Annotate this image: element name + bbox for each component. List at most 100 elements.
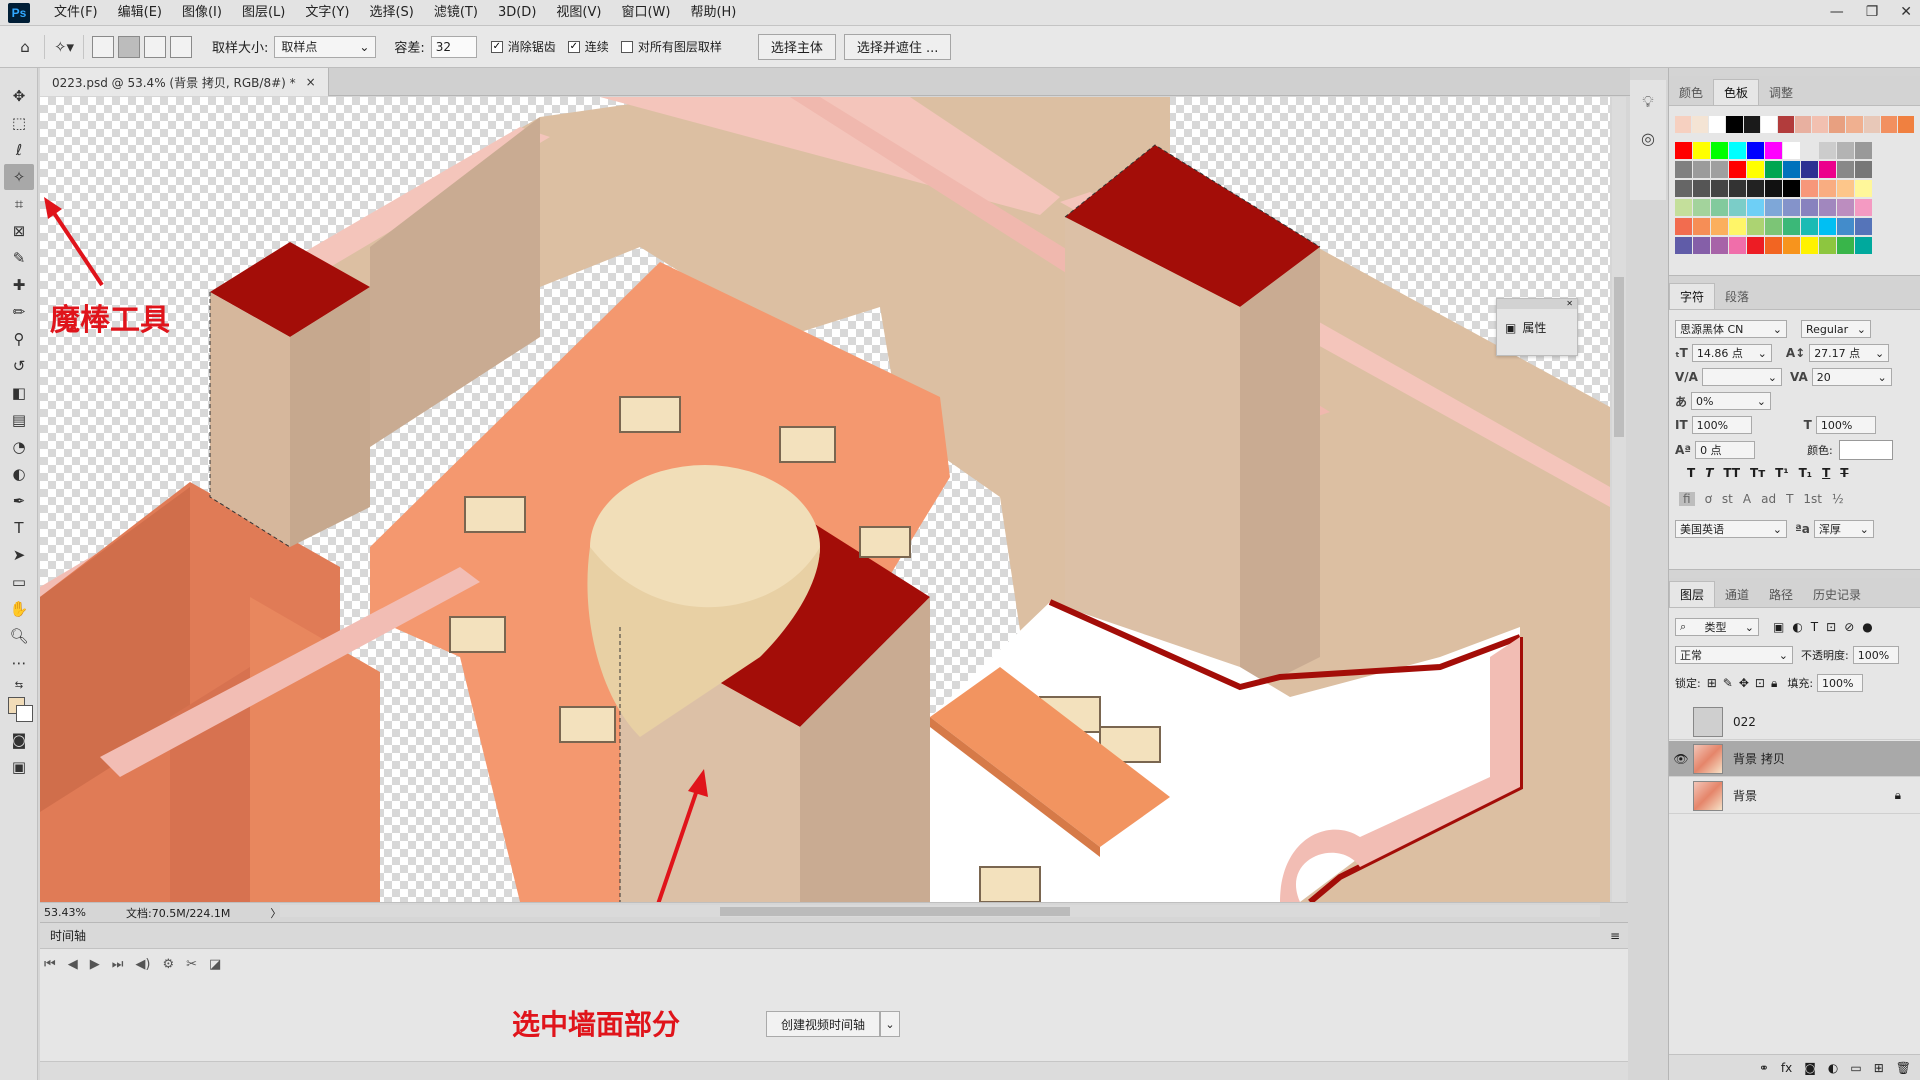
clone-stamp-tool-icon[interactable]: ⚲ — [4, 326, 34, 352]
canvas[interactable]: 魔棒工具 — [40, 97, 1610, 902]
menu-file[interactable]: 文件(F) — [44, 0, 108, 26]
color-swatch[interactable] — [1675, 218, 1692, 235]
text-color-swatch[interactable] — [1838, 440, 1893, 460]
dodge-tool-icon[interactable]: ◐ — [4, 461, 34, 487]
color-swatch[interactable] — [1729, 218, 1746, 235]
subscript-button[interactable]: T₁ — [1799, 466, 1812, 480]
discretionary-ligature-button[interactable]: st — [1722, 492, 1733, 506]
small-caps-button[interactable]: Tт — [1750, 466, 1765, 480]
swash-button[interactable]: A — [1743, 492, 1751, 506]
menu-layer[interactable]: 图层(L) — [232, 0, 295, 26]
color-swatch[interactable] — [1777, 116, 1794, 133]
layer-filter-icons[interactable]: ▣◐T⊡⊘● — [1773, 620, 1881, 634]
horizontal-scrollbar[interactable] — [280, 905, 1600, 917]
strikethrough-button[interactable]: T — [1840, 466, 1848, 480]
frame-tool-icon[interactable]: ⊠ — [4, 218, 34, 244]
trash-icon[interactable]: 🗑︎ — [1896, 1061, 1911, 1075]
language-select[interactable]: 美国英语 ⌄ — [1675, 520, 1787, 538]
menu-type[interactable]: 文字(Y) — [295, 0, 359, 26]
color-swatch[interactable] — [1711, 237, 1728, 254]
color-swatch[interactable] — [1819, 142, 1836, 159]
eye-icon[interactable]: 👁︎ — [1669, 752, 1693, 766]
color-swatch[interactable] — [1747, 237, 1764, 254]
color-swatch[interactable] — [1837, 218, 1854, 235]
libraries-icon[interactable]: ◎ — [1634, 124, 1662, 152]
vertical-scrollbar[interactable] — [1612, 97, 1626, 902]
color-swatch[interactable] — [1675, 161, 1692, 178]
color-swatch[interactable] — [1711, 180, 1728, 197]
move-tool-icon[interactable]: ✥ — [4, 83, 34, 109]
fx-icon[interactable]: fx — [1781, 1061, 1792, 1075]
panel-menu-icon[interactable]: ≡ — [1610, 929, 1620, 943]
color-swatch[interactable] — [1855, 142, 1872, 159]
color-swatch[interactable] — [1765, 180, 1782, 197]
layer-row[interactable]: 👁︎ 背景 拷贝 — [1669, 741, 1920, 777]
color-swatch[interactable] — [1783, 218, 1800, 235]
kerning-input[interactable]: ⌄ — [1701, 368, 1782, 386]
menu-filter[interactable]: 滤镜(T) — [424, 0, 488, 26]
horizontal-scroll-thumb[interactable] — [720, 907, 1070, 916]
color-swatch[interactable] — [1729, 142, 1746, 159]
audio-icon[interactable]: ◀) — [135, 957, 150, 972]
crop-tool-icon[interactable]: ⌗ — [4, 191, 34, 217]
tab-layers[interactable]: 图层 — [1669, 581, 1716, 607]
split-icon[interactable]: ✂ — [186, 957, 197, 972]
color-swatch[interactable] — [1729, 180, 1746, 197]
tsume-input[interactable]: 0% ⌄ — [1691, 392, 1772, 410]
color-swatch[interactable] — [1675, 237, 1692, 254]
color-swatch[interactable] — [1880, 116, 1897, 133]
vertical-scroll-thumb[interactable] — [1614, 277, 1624, 437]
font-style-select[interactable]: Regular ⌄ — [1801, 320, 1871, 338]
select-and-mask-button[interactable]: 选择并遮住 ... — [843, 33, 952, 60]
color-swatch[interactable] — [1765, 237, 1782, 254]
color-swatch[interactable] — [1783, 180, 1800, 197]
properties-floating-panel[interactable]: ✕ ▣ 属性 — [1496, 298, 1578, 356]
lasso-tool-icon[interactable]: ℓ — [4, 137, 34, 163]
brush-tool-icon[interactable]: ✏ — [4, 299, 34, 325]
antialias-checkbox[interactable]: ✓ 消除锯齿 — [490, 38, 556, 55]
tab-channels[interactable]: 通道 — [1715, 581, 1759, 607]
color-swatch[interactable] — [1863, 116, 1880, 133]
color-swatch[interactable] — [1837, 180, 1854, 197]
font-family-select[interactable]: 思源黑体 CN ⌄ — [1675, 320, 1787, 338]
screen-mode-icon[interactable]: ▣ — [4, 754, 34, 780]
color-swatch[interactable] — [1747, 218, 1764, 235]
color-swatch[interactable] — [1711, 142, 1728, 159]
color-swatch[interactable] — [1692, 116, 1709, 133]
zoom-tool-icon[interactable]: 🔍︎ — [4, 623, 34, 649]
faux-italic-button[interactable]: T — [1705, 466, 1713, 480]
menu-select[interactable]: 选择(S) — [359, 0, 423, 26]
ligature-button[interactable]: ﬁ — [1679, 492, 1695, 506]
chevron-down-icon[interactable]: ⌄ — [880, 1011, 900, 1037]
color-swatch[interactable] — [1855, 237, 1872, 254]
color-swatch[interactable] — [1675, 116, 1692, 133]
underline-button[interactable]: T — [1822, 466, 1830, 480]
color-swatch[interactable] — [1819, 199, 1836, 216]
color-swatch[interactable] — [1729, 161, 1746, 178]
tab-adjustments[interactable]: 调整 — [1759, 79, 1803, 105]
color-swatch[interactable] — [1855, 161, 1872, 178]
color-swatch[interactable] — [1846, 116, 1863, 133]
horizontal-scale-input[interactable]: 100% — [1815, 416, 1876, 434]
ordinals-button[interactable]: 1st — [1803, 492, 1822, 506]
color-swatch[interactable] — [1765, 142, 1782, 159]
color-swatch[interactable] — [1693, 161, 1710, 178]
tolerance-input[interactable]: 32 — [430, 35, 477, 58]
all-caps-button[interactable]: TT — [1723, 466, 1740, 480]
background-color-swatch[interactable] — [16, 705, 33, 722]
color-swatch[interactable] — [1675, 199, 1692, 216]
color-swatch[interactable] — [1819, 180, 1836, 197]
color-swatch[interactable] — [1747, 142, 1764, 159]
color-swatch[interactable] — [1743, 116, 1760, 133]
color-swatch[interactable] — [1711, 218, 1728, 235]
color-swatch[interactable] — [1801, 142, 1818, 159]
first-frame-icon[interactable]: ⏮ — [44, 957, 56, 972]
layer-row[interactable]: 022 — [1669, 704, 1920, 740]
marquee-tool-icon[interactable]: ⬚ — [4, 110, 34, 136]
color-swatch[interactable] — [1675, 180, 1692, 197]
color-swatch[interactable] — [1855, 218, 1872, 235]
color-swatch[interactable] — [1747, 161, 1764, 178]
color-swatch[interactable] — [1837, 142, 1854, 159]
color-swatch[interactable] — [1783, 161, 1800, 178]
color-swatch[interactable] — [1693, 142, 1710, 159]
